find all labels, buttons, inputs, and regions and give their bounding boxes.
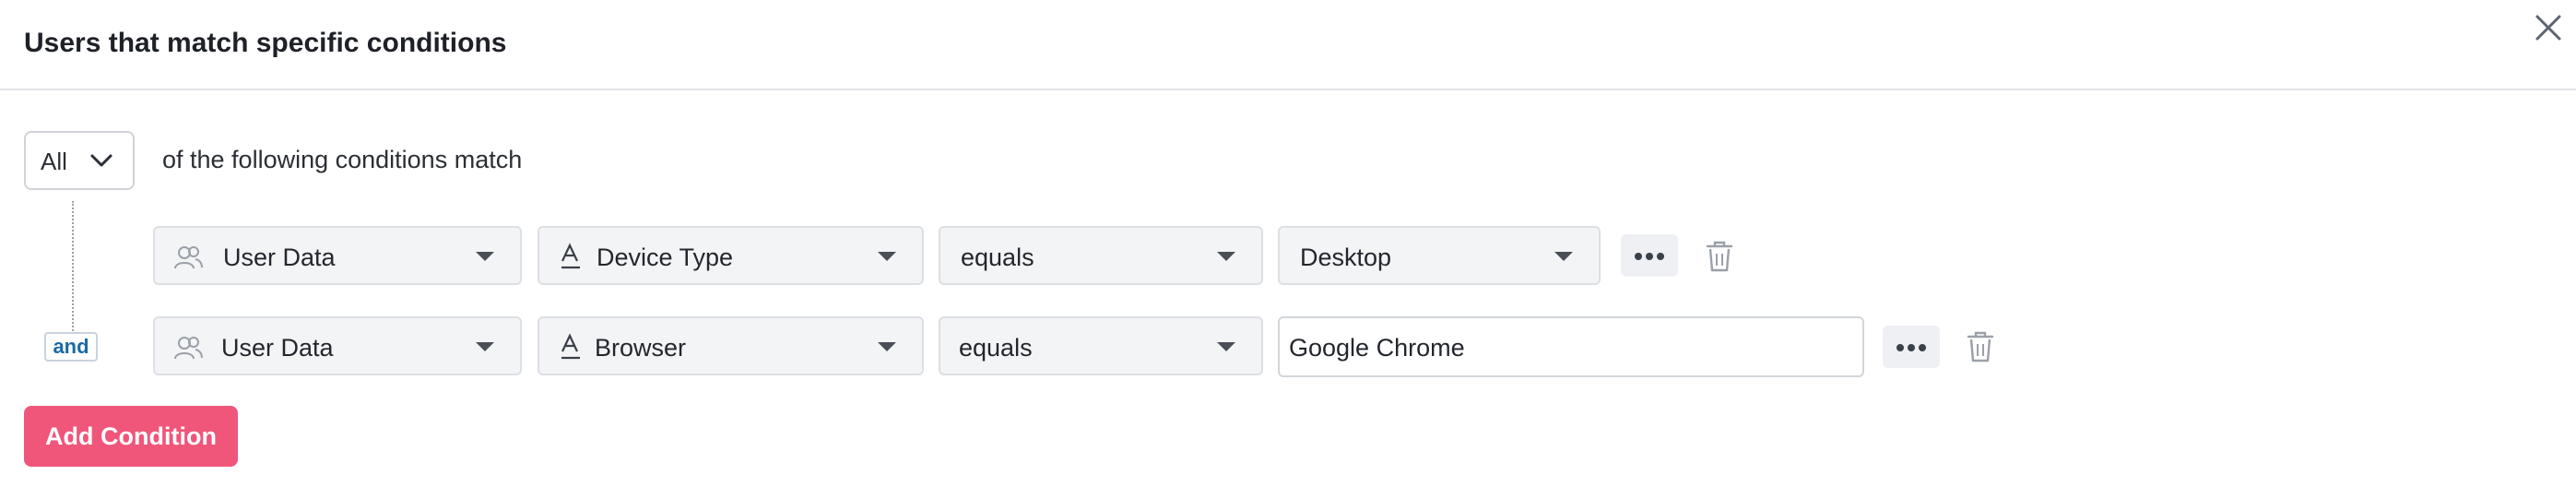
condition-1-value-label: Desktop: [1300, 244, 1392, 271]
chevron-down-icon: [1217, 342, 1235, 351]
add-condition-button[interactable]: Add Condition: [24, 406, 238, 467]
text-attribute-icon: [561, 243, 580, 269]
chevron-down-icon: [878, 252, 896, 261]
condition-2-attribute-label: Browser: [595, 334, 687, 362]
more-icon: [1897, 344, 1926, 351]
close-button[interactable]: [2534, 13, 2563, 42]
condition-2-value-text: Google Chrome: [1289, 334, 1465, 362]
condition-1-source-label: User Data: [223, 244, 336, 271]
condition-2-delete-button[interactable]: [1965, 330, 1996, 363]
chevron-down-icon: [476, 342, 494, 351]
and-badge: and: [44, 332, 98, 362]
condition-2-source-label: User Data: [221, 334, 334, 362]
condition-2-more-button[interactable]: [1883, 326, 1940, 368]
dialog-title: Users that match specific conditions: [24, 28, 507, 58]
trash-icon: [1706, 241, 1733, 272]
chevron-down-icon: [878, 342, 896, 351]
users-icon: [174, 246, 203, 269]
condition-1-attribute-label: Device Type: [597, 244, 734, 271]
trash-icon: [1967, 331, 1994, 362]
match-mode-value: All: [41, 148, 67, 175]
chevron-down-icon: [1554, 252, 1573, 261]
condition-2-operator-select[interactable]: equals: [939, 316, 1263, 375]
condition-2-operator-label: equals: [959, 334, 1033, 362]
condition-2-value-input[interactable]: Google Chrome: [1278, 316, 1864, 377]
chevron-down-icon: [476, 252, 494, 261]
condition-1-source-select[interactable]: User Data: [153, 226, 522, 285]
text-attribute-icon: [561, 333, 580, 360]
condition-connector-line: [72, 201, 74, 335]
match-description: of the following conditions match: [162, 146, 523, 173]
condition-1-more-button[interactable]: [1621, 234, 1678, 277]
chevron-down-icon: [90, 154, 112, 167]
more-icon: [1635, 253, 1664, 260]
condition-1-operator-label: equals: [961, 244, 1034, 271]
match-mode-select[interactable]: All: [24, 131, 135, 190]
condition-2-source-select[interactable]: User Data: [153, 316, 522, 375]
condition-1-attribute-select[interactable]: Device Type: [538, 226, 924, 285]
condition-1-value-select[interactable]: Desktop: [1278, 226, 1601, 285]
condition-2-attribute-select[interactable]: Browser: [538, 316, 924, 375]
users-icon: [174, 337, 203, 360]
condition-1-operator-select[interactable]: equals: [939, 226, 1263, 285]
chevron-down-icon: [1217, 252, 1235, 261]
condition-1-delete-button[interactable]: [1704, 240, 1735, 273]
close-icon: [2535, 15, 2561, 41]
dialog-header: Users that match specific conditions: [0, 0, 2576, 90]
